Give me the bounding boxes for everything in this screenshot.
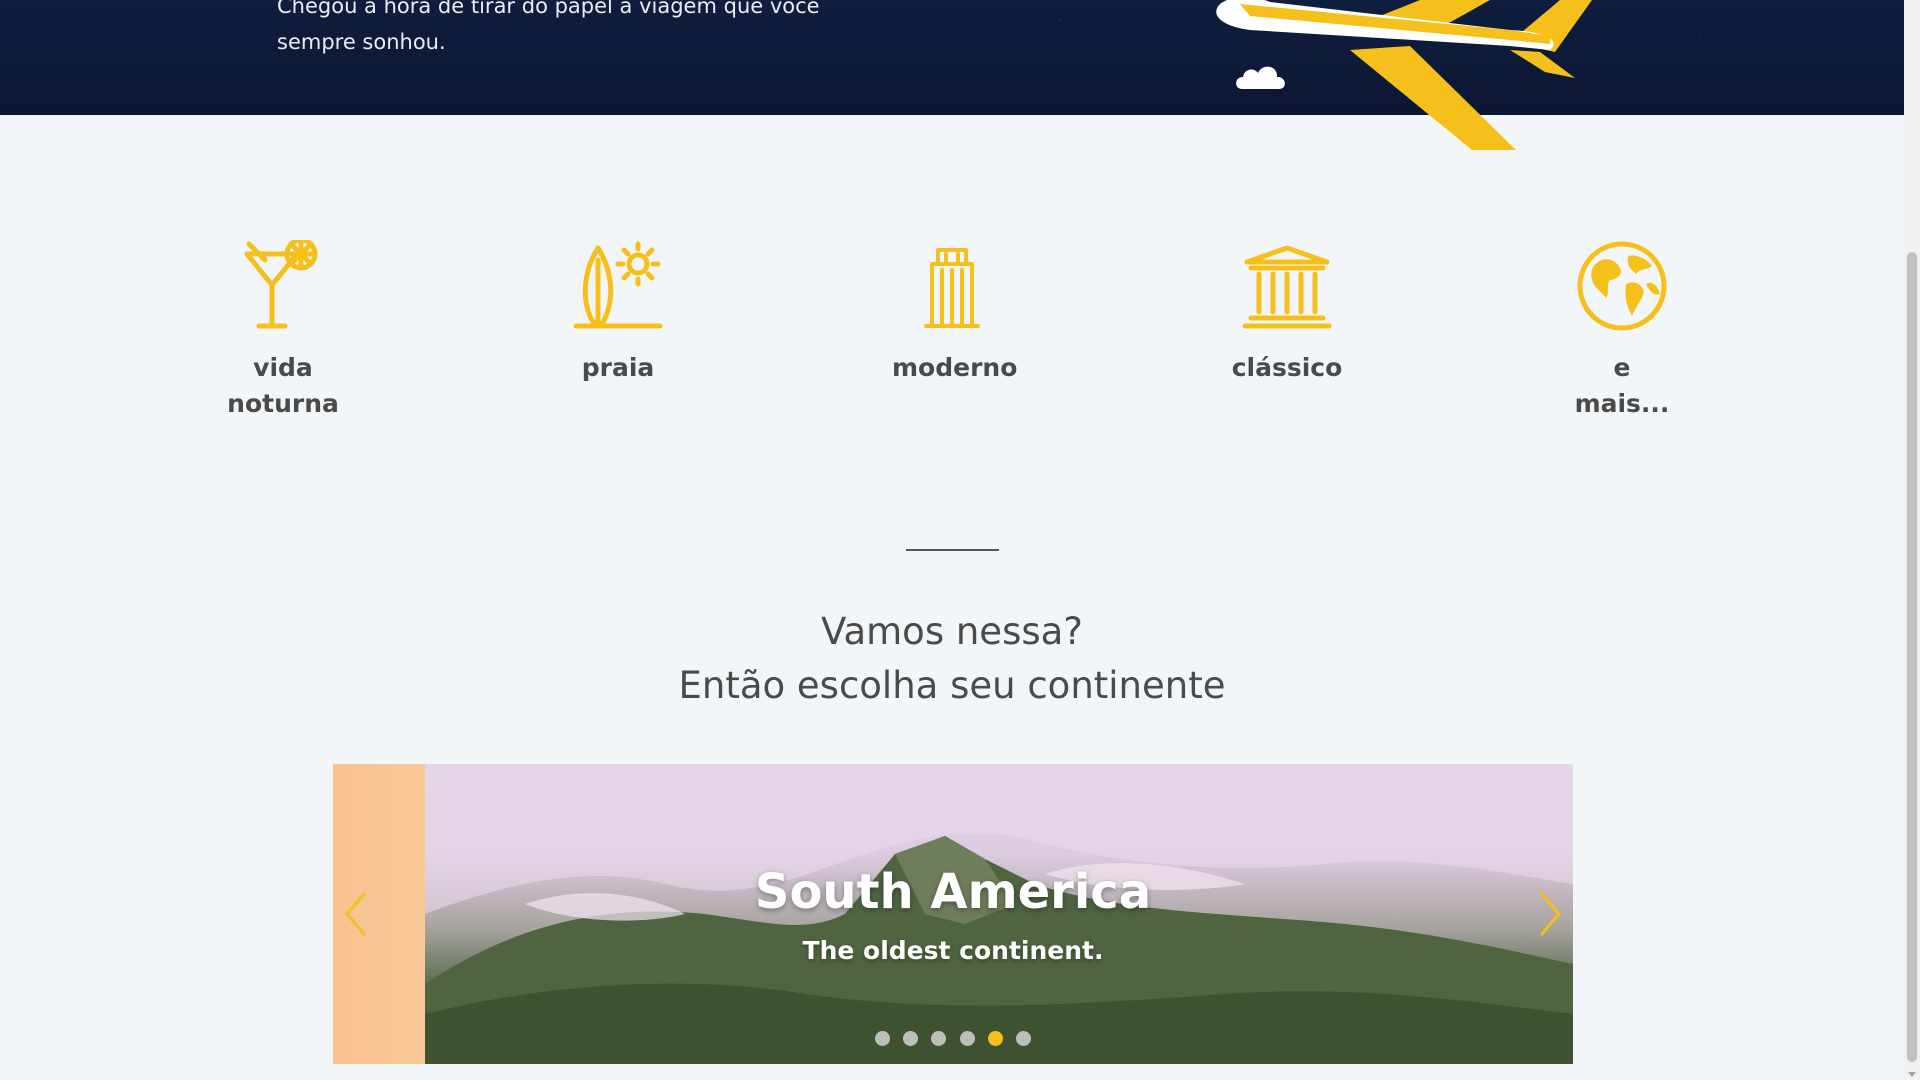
category-label: vida noturna (227, 353, 339, 418)
section-title-line-2: Então escolha seu continente (678, 664, 1226, 707)
hero-text: Chegou a hora de tirar do papel a viagem… (277, 0, 837, 60)
globe-icon (1577, 241, 1667, 331)
carousel-dot[interactable] (903, 1031, 919, 1046)
category-label: clássico (1231, 353, 1343, 382)
page-scrollbar[interactable] (1904, 0, 1920, 1080)
category-moderno[interactable]: moderno (852, 240, 1052, 386)
scrollbar-thumb[interactable] (1907, 252, 1917, 1062)
category-praia[interactable]: praia (518, 240, 718, 386)
airplane-icon (1216, 0, 1592, 150)
category-e-mais[interactable]: e mais... (1522, 240, 1722, 422)
temple-icon (1242, 245, 1332, 329)
category-label: praia (581, 353, 655, 382)
chevron-right-icon[interactable] (1535, 889, 1565, 939)
category-vida-noturna[interactable]: vida noturna (183, 240, 383, 422)
slide-subtitle: The oldest continent. (802, 936, 1104, 965)
cocktail-icon (244, 240, 318, 329)
carousel-dot[interactable] (875, 1031, 891, 1046)
category-label: e mais... (1574, 353, 1670, 418)
carousel-dot[interactable] (931, 1031, 947, 1046)
slide-title: South America (754, 864, 1152, 920)
chevron-left-icon[interactable] (341, 889, 371, 939)
hero-text-line-1: Chegou a hora de tirar do papel a viagem… (277, 0, 820, 18)
surfboard-sun-icon (573, 241, 663, 329)
carousel-dot-active[interactable] (987, 1031, 1003, 1046)
category-label: moderno (892, 353, 1018, 382)
scroll-down-arrow-icon[interactable] (1908, 1072, 1916, 1077)
carousel-dots (333, 1031, 1573, 1050)
category-classico[interactable]: clássico (1187, 240, 1387, 386)
section-title-line-1: Vamos nessa? (821, 610, 1083, 653)
carousel-dot[interactable] (1015, 1031, 1031, 1046)
section-title: Vamos nessa? Então escolha seu continent… (0, 605, 1904, 713)
hero-banner: Chegou a hora de tirar do papel a viagem… (0, 0, 1904, 150)
carousel-dot[interactable] (959, 1031, 975, 1046)
continent-carousel: South America The oldest continent. (333, 764, 1573, 1064)
skyscraper-icon (924, 248, 980, 328)
section-divider (906, 549, 999, 551)
hero-text-line-2: sempre sonhou. (277, 30, 446, 54)
